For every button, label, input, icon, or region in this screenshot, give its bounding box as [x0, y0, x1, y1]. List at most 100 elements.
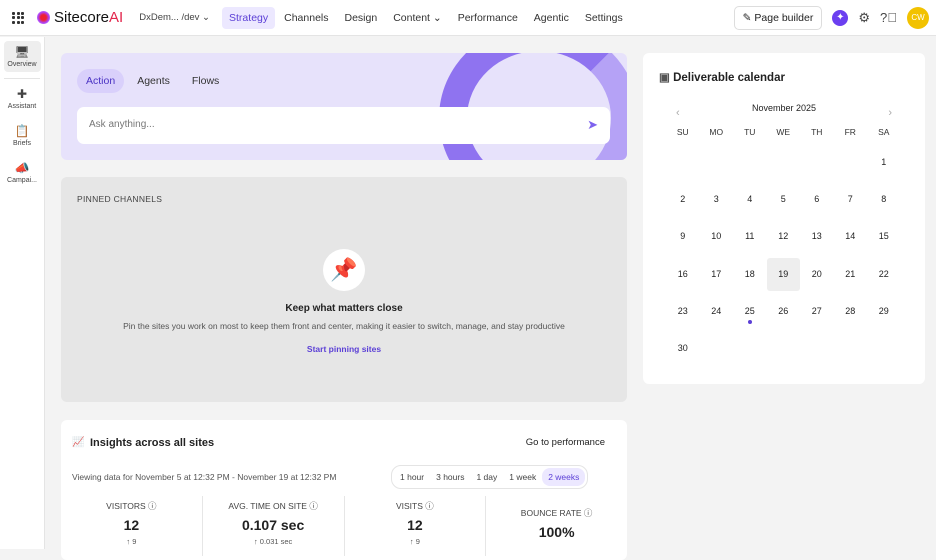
sitecore-logo-icon	[37, 11, 50, 24]
calendar-day[interactable]: 25	[733, 297, 767, 334]
calendar-month: November 2025	[751, 103, 817, 113]
brand-text: Sitecore	[54, 9, 110, 26]
tab-flows[interactable]: Flows	[183, 69, 228, 93]
metric-1: AVG. TIME ON SITE ⓘ 0.107 sec ↑ 0.031 sec	[203, 496, 345, 556]
avatar[interactable]: CW	[907, 6, 929, 29]
nav-item[interactable]: Design	[338, 7, 385, 29]
weekday-label: WE	[776, 127, 791, 137]
pushpin-icon: 📌	[323, 249, 365, 291]
sidebar: 🖥 Overview ✚ Assistant 📋 Briefs 📣 Campai...	[0, 37, 45, 549]
calendar-day[interactable]: 20	[800, 260, 834, 297]
logo[interactable]: Sitecore AI	[37, 9, 123, 26]
calendar-day[interactable]: 27	[800, 297, 834, 334]
tab-action[interactable]: Action	[77, 69, 125, 93]
empty-day	[700, 148, 734, 185]
calendar-day[interactable]: 14	[834, 222, 868, 259]
page-builder-label: Page builder	[754, 11, 814, 24]
calendar-day[interactable]: 12	[767, 222, 801, 259]
next-month-icon[interactable]: ›	[888, 107, 892, 119]
calendar-day[interactable]: 10	[700, 222, 734, 259]
calendar-day[interactable]: 5	[767, 185, 801, 222]
nav-item[interactable]: Content ⌄	[386, 7, 449, 29]
metric-label: VISITORS ⓘ	[106, 501, 157, 511]
calendar-day[interactable]: 15	[867, 222, 901, 259]
help-icon[interactable]: ?⃝	[880, 10, 897, 25]
environment-selector[interactable]: DxDem... /dev ⌄	[139, 12, 210, 23]
extensions-icon[interactable]: ⚙	[858, 10, 870, 26]
sidebar-item-briefs[interactable]: 📋 Briefs	[4, 120, 41, 151]
nav-item[interactable]: Channels	[277, 7, 335, 29]
metric-0: VISITORS ⓘ 12 ↑ 9	[61, 496, 203, 556]
tab-agents[interactable]: Agents	[128, 69, 179, 93]
empty-day	[834, 148, 868, 185]
weekday-label: SA	[878, 127, 890, 137]
ai-sparkle-icon[interactable]: ✦	[832, 9, 849, 26]
calendar-day[interactable]: 30	[666, 334, 700, 371]
calendar-day[interactable]: 26	[767, 297, 801, 334]
calendar-day[interactable]: 7	[834, 185, 868, 222]
weekday-label: MO	[709, 127, 724, 137]
nav-item[interactable]: Performance	[451, 7, 525, 29]
sidebar-item-campai[interactable]: 📣 Campai...	[4, 157, 41, 188]
sidebar-item-overview[interactable]: 🖥 Overview	[3, 41, 41, 72]
go-to-performance-link[interactable]: Go to performance	[526, 437, 605, 448]
weekday-label: FR	[844, 127, 856, 137]
sidebar-item-assistant[interactable]: ✚ Assistant	[4, 83, 41, 114]
calendar-day[interactable]: 22	[867, 260, 901, 297]
brand-ai-text: AI	[109, 9, 124, 26]
pinned-title: Keep what matters close	[285, 303, 403, 314]
metric-2: VISITS ⓘ 12 ↑ 9	[345, 496, 487, 556]
metric-value: 12	[123, 517, 140, 533]
calendar-day[interactable]: 6	[800, 185, 834, 222]
calendar-day[interactable]: 23	[666, 297, 700, 334]
assistant-icon: ✚	[16, 87, 28, 101]
range-1-week[interactable]: 1 week	[503, 468, 542, 486]
start-pinning-link[interactable]: Start pinning sites	[61, 344, 627, 354]
main-nav: Strategy Channels Design Content ⌄ Performan…	[222, 6, 630, 29]
insights-title: Insights across all sites	[90, 437, 215, 449]
nav-item[interactable]: Agentic	[527, 7, 576, 29]
empty-day	[733, 148, 767, 185]
calendar-day[interactable]: 8	[867, 185, 901, 222]
app-switcher-icon[interactable]	[12, 11, 24, 24]
range-2-weeks[interactable]: 2 weeks	[542, 468, 586, 486]
calendar-day[interactable]: 11	[733, 222, 767, 259]
viewing-range-text: Viewing data for November 5 at 12:32 PM …	[72, 472, 337, 482]
metric-change: ↑ 9	[126, 537, 137, 546]
weekday-label: SU	[676, 127, 689, 137]
calendar-day[interactable]: 13	[800, 222, 834, 259]
calendar-day[interactable]: 19	[766, 257, 800, 291]
nav-item[interactable]: Settings	[578, 7, 630, 29]
calendar-day[interactable]: 28	[834, 297, 868, 334]
range-1-hour[interactable]: 1 hour	[394, 468, 430, 486]
calendar-day[interactable]: 18	[733, 260, 767, 297]
range-1-day[interactable]: 1 day	[470, 468, 503, 486]
send-icon[interactable]: ➤	[587, 117, 598, 133]
divider	[4, 78, 40, 79]
calendar-icon: ▣	[659, 72, 670, 84]
nav-item[interactable]: Strategy	[222, 6, 276, 29]
start-pinning-label: Start pinning sites	[306, 344, 382, 354]
calendar-day[interactable]: 4	[733, 185, 767, 222]
calendar-day[interactable]: 3	[700, 185, 734, 222]
metric-3: BOUNCE RATE ⓘ 100%	[486, 496, 627, 556]
calendar-day[interactable]: 17	[700, 260, 734, 297]
sidebar-item-label: Assistant	[7, 103, 37, 110]
calendar-day[interactable]: 29	[867, 297, 901, 334]
calendar-day[interactable]: 1	[867, 148, 901, 185]
pinned-heading: PINNED CHANNELS	[77, 194, 163, 204]
megaphone-icon: 📣	[14, 161, 30, 175]
calendar-day[interactable]: 21	[834, 260, 868, 297]
calendar-grid: SU MO TU WE TH FR SA 1 2 3 4 5 6 7 8 9 10 11 12 13 14 15 16 17 1…	[666, 126, 901, 371]
pinned-description: Pin the sites you work on most to keep t…	[123, 321, 565, 331]
clipboard-icon: 📋	[14, 124, 30, 138]
metric-label: AVG. TIME ON SITE ⓘ	[228, 501, 318, 511]
page-builder-button[interactable]: ✎ Page builder	[733, 5, 823, 30]
range-3-hours[interactable]: 3 hours	[430, 468, 470, 486]
assistant-tabs: Action Agents Flows	[77, 69, 228, 93]
calendar-day[interactable]: 16	[666, 260, 700, 297]
ask-input[interactable]: Ask anything... ➤	[77, 107, 610, 144]
calendar-day[interactable]: 24	[700, 297, 734, 334]
calendar-day[interactable]: 9	[666, 222, 700, 259]
calendar-day[interactable]: 2	[666, 185, 700, 222]
